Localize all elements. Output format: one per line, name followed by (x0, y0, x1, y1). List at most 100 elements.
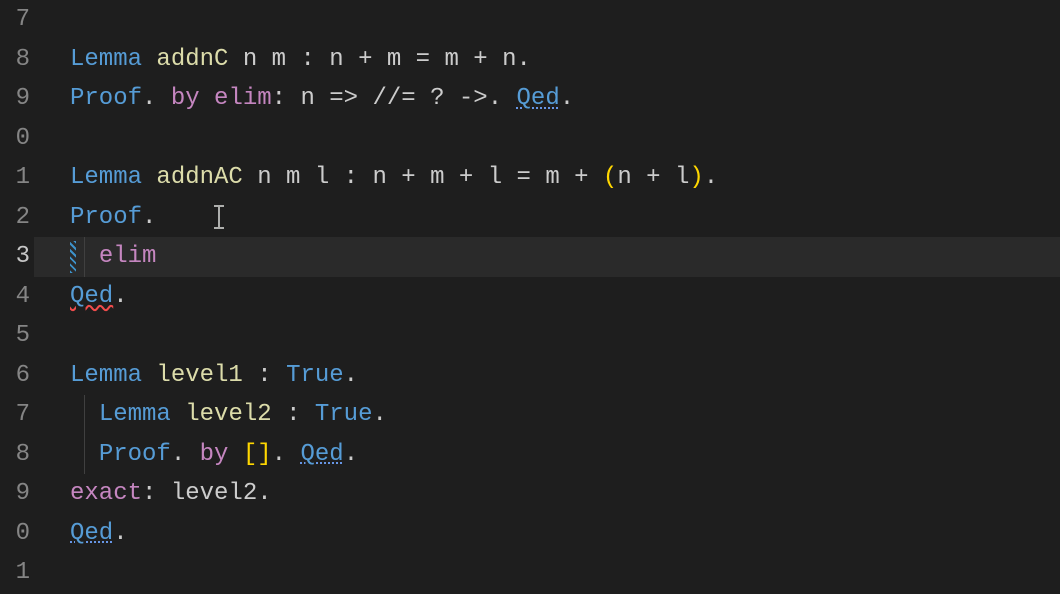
code-line[interactable]: Lemma level1 : True. (34, 356, 1060, 396)
line-number: 3 (0, 237, 30, 277)
code-line[interactable]: Qed. (34, 277, 1060, 317)
type-true: True (286, 356, 344, 396)
colon: : (300, 40, 329, 80)
space (200, 79, 214, 119)
ident-addnC: addnC (156, 40, 228, 80)
dot: . (142, 79, 156, 119)
params: n m (228, 40, 300, 80)
line-number: 0 (0, 119, 30, 159)
code-line[interactable]: Lemma level2 : True. (34, 395, 1060, 435)
statement-part2: n + l (617, 158, 689, 198)
tactic-elim: elim (99, 237, 157, 277)
text-cursor-icon (214, 205, 224, 229)
indent-guide-icon (84, 435, 85, 475)
tactic-elim: elim (214, 79, 272, 119)
code-line[interactable]: Lemma addnC n m : n + m = m + n. (34, 40, 1060, 80)
tactic-by: by (171, 79, 200, 119)
code-line[interactable]: Proof. (34, 198, 1060, 238)
dot: . (113, 277, 127, 317)
space (286, 435, 300, 475)
dot: . (171, 435, 185, 475)
space (156, 79, 170, 119)
keyword-proof: Proof (99, 435, 171, 475)
keyword-lemma: Lemma (70, 356, 142, 396)
space (171, 395, 185, 435)
dot: . (272, 435, 286, 475)
tactic-args: : level2 (142, 474, 257, 514)
statement-part1: n + m + l = m + (372, 158, 602, 198)
space (156, 198, 214, 238)
tactic-args: : n => //= ? -> (272, 79, 488, 119)
dot: . (560, 79, 574, 119)
line-number: 9 (0, 474, 30, 514)
dot: . (344, 356, 358, 396)
dot: . (113, 514, 127, 554)
keyword-qed: Qed (70, 514, 113, 554)
dot: . (517, 40, 531, 80)
space (502, 79, 516, 119)
code-line[interactable]: Proof. by elim: n => //= ? ->. Qed. (34, 79, 1060, 119)
line-number-gutter: 7 8 9 0 1 2 3 4 5 6 7 8 9 0 1 (0, 0, 34, 594)
code-line[interactable] (34, 0, 1060, 40)
space (142, 356, 156, 396)
dot: . (344, 435, 358, 475)
code-line[interactable] (34, 316, 1060, 356)
keyword-qed: Qed (70, 277, 113, 317)
dot: . (257, 474, 271, 514)
indent-guide-icon (84, 395, 85, 435)
code-line[interactable]: Lemma addnAC n m l : n + m + l = m + (n … (34, 158, 1060, 198)
tactic-exact: exact (70, 474, 142, 514)
statement: n + m = m + n (329, 40, 516, 80)
ident-level2: level2 (185, 395, 271, 435)
line-number: 5 (0, 316, 30, 356)
line-number: 4 (0, 277, 30, 317)
dot: . (372, 395, 386, 435)
code-area[interactable]: Lemma addnC n m : n + m = m + n. Proof. … (34, 0, 1060, 594)
space (272, 395, 286, 435)
space (228, 435, 242, 475)
ident-level1: level1 (156, 356, 242, 396)
keyword-lemma: Lemma (70, 158, 142, 198)
line-number: 7 (0, 395, 30, 435)
space (142, 158, 156, 198)
line-number: 2 (0, 198, 30, 238)
line-number: 9 (0, 79, 30, 119)
indent-guide-icon (84, 237, 85, 277)
space (243, 356, 257, 396)
dot: . (488, 79, 502, 119)
keyword-qed: Qed (517, 79, 560, 119)
dot: . (704, 158, 718, 198)
keyword-proof: Proof (70, 198, 142, 238)
colon: : (257, 356, 286, 396)
code-line[interactable] (34, 119, 1060, 159)
line-number: 1 (0, 553, 30, 593)
paren-close: ) (689, 158, 703, 198)
line-number: 7 (0, 0, 30, 40)
brackets: [] (243, 435, 272, 475)
ident-addnAC: addnAC (156, 158, 242, 198)
type-true: True (315, 395, 373, 435)
line-number: 6 (0, 356, 30, 396)
paren-open: ( (603, 158, 617, 198)
keyword-lemma: Lemma (70, 40, 142, 80)
code-line-active[interactable]: elim (34, 237, 1060, 277)
tactic-by: by (200, 435, 229, 475)
space (185, 435, 199, 475)
code-line[interactable]: Qed. (34, 514, 1060, 554)
code-line[interactable] (34, 553, 1060, 593)
code-editor[interactable]: 7 8 9 0 1 2 3 4 5 6 7 8 9 0 1 Lemma addn… (0, 0, 1060, 594)
code-line[interactable]: Proof. by []. Qed. (34, 435, 1060, 475)
code-line[interactable]: exact: level2. (34, 474, 1060, 514)
line-number: 8 (0, 435, 30, 475)
modified-marker-icon (70, 241, 76, 273)
params: n m l (243, 158, 344, 198)
space (142, 40, 156, 80)
colon: : (344, 158, 373, 198)
keyword-proof: Proof (70, 79, 142, 119)
dot: . (142, 198, 156, 238)
keyword-qed: Qed (300, 435, 343, 475)
keyword-lemma: Lemma (99, 395, 171, 435)
line-number: 8 (0, 40, 30, 80)
colon: : (286, 395, 315, 435)
line-number: 1 (0, 158, 30, 198)
